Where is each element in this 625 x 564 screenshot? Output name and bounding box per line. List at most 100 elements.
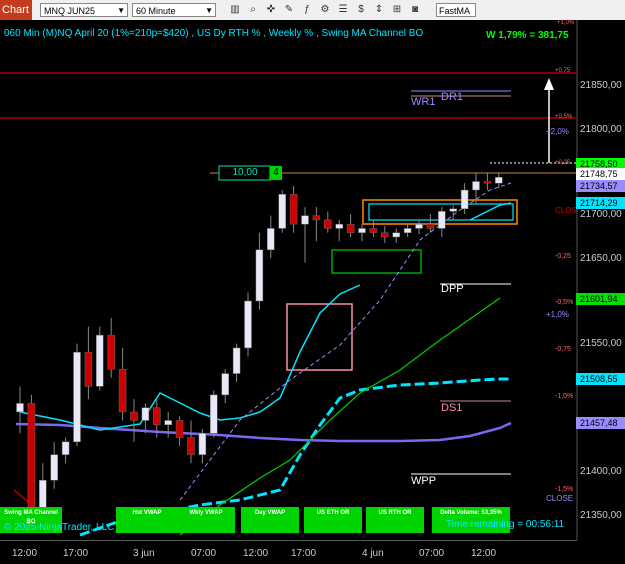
us-eth-or-button[interactable]: US ETH OR xyxy=(304,507,362,533)
strategies-icon[interactable]: ⚙ xyxy=(318,3,332,17)
zoom-icon[interactable]: ⌕ xyxy=(246,3,260,17)
candle-body xyxy=(460,189,469,210)
price-label-slow-ma: 21734,57 xyxy=(576,180,625,192)
level-ds1: DS1 xyxy=(441,402,463,414)
weekly-stat: W 1,79% = 381,75 xyxy=(486,30,569,41)
candle-body xyxy=(312,215,321,221)
window-title: Chart xyxy=(0,0,32,20)
candle-body xyxy=(495,176,503,184)
candle-body xyxy=(16,403,24,413)
candle-body xyxy=(130,411,138,421)
day-vwap-button[interactable]: Day VWAP xyxy=(241,507,299,533)
price-tick: 21700,00 xyxy=(580,209,622,220)
camera-icon[interactable]: ◙ xyxy=(408,3,422,17)
chart-info-header: 060 Min (M)NQ April 20 (1%=210p=$420) , … xyxy=(4,28,424,39)
pct-label: -0,25 xyxy=(555,253,571,260)
level-wpp: WPP xyxy=(411,475,437,487)
price-tick: 21350,00 xyxy=(580,510,622,521)
order-quantity[interactable]: 10,00 xyxy=(221,167,269,178)
candle-body xyxy=(381,232,389,238)
candle-body xyxy=(267,228,275,251)
close-label: CLOSE xyxy=(546,494,574,503)
candle-body xyxy=(210,394,218,434)
price-tick: 21800,00 xyxy=(580,124,622,135)
time-tick: 4 jun xyxy=(362,548,384,559)
price-tick: 21550,00 xyxy=(580,338,622,349)
candle-body xyxy=(73,351,81,443)
level-dr1: DR1 xyxy=(441,91,464,103)
pct-label: -0,75 xyxy=(555,346,571,353)
candle-body xyxy=(415,223,423,229)
attach-icon[interactable]: ⇕ xyxy=(372,3,386,17)
pct-label: -1,0% xyxy=(555,393,574,400)
price-label-vwap: 21508,55 xyxy=(576,373,625,385)
candle-body xyxy=(255,249,264,302)
copyright: © 2025 NinjaTrader, LLC xyxy=(4,522,115,533)
price-tick: 21650,00 xyxy=(580,253,622,264)
candle-body xyxy=(244,300,252,349)
candle-body xyxy=(84,351,93,387)
time-tick: 12:00 xyxy=(243,548,269,559)
interval-selector[interactable]: 60 Minute ▼ xyxy=(132,3,216,17)
draw-tool-icon[interactable]: ✎ xyxy=(282,3,296,17)
indicators-icon[interactable]: ƒ xyxy=(300,3,314,17)
instrument-value: MNQ JUN25 xyxy=(44,6,96,16)
trade-icon[interactable]: $ xyxy=(354,3,368,17)
candle-body xyxy=(472,181,480,191)
candle-body xyxy=(198,433,207,455)
candle-body xyxy=(175,420,184,438)
price-tick: 21850,00 xyxy=(580,80,622,91)
pct-label: +1,0% xyxy=(546,310,569,319)
price-chart[interactable] xyxy=(0,20,625,564)
time-axis-line xyxy=(0,540,577,541)
bar-type-icon[interactable]: ▥ xyxy=(228,3,242,17)
time-tick: 12:00 xyxy=(471,548,497,559)
candle-body xyxy=(232,347,241,374)
candle-body xyxy=(369,228,378,233)
price-tick: 21400,00 xyxy=(580,466,622,477)
pct-label: +2,0% xyxy=(546,127,569,136)
candle-body xyxy=(403,228,412,233)
time-tick: 07:00 xyxy=(419,548,445,559)
candle-body xyxy=(27,403,36,515)
level-wr1: WR1 xyxy=(411,96,436,108)
price-label-green-ma: 21601,94 xyxy=(576,293,625,305)
cross-cursor-icon[interactable]: ✜ xyxy=(264,3,278,17)
price-label-fast-ma: 21714,29 xyxy=(576,197,625,209)
us-rth-or-button[interactable]: US RTH OR xyxy=(366,507,424,533)
pct-label: +0,25 xyxy=(555,160,571,166)
candle-body xyxy=(164,420,172,426)
chevron-down-icon: ▼ xyxy=(205,6,213,15)
candle-body xyxy=(153,407,161,426)
properties-icon[interactable]: ☰ xyxy=(336,3,350,17)
time-tick: 07:00 xyxy=(191,548,217,559)
candle-body xyxy=(50,454,58,481)
candle-body xyxy=(107,334,115,370)
price-label-slow-ma-2: 21457,48 xyxy=(576,417,625,429)
candle-body xyxy=(483,181,492,184)
indicator-selector[interactable]: FastMA xyxy=(436,3,476,17)
candle-body xyxy=(426,223,435,229)
chart-style-icon[interactable]: ⊞ xyxy=(390,3,404,17)
candle-body xyxy=(289,194,298,225)
candle-body xyxy=(392,232,400,238)
instrument-selector[interactable]: MNQ JUN25 ▼ xyxy=(40,3,128,17)
interval-value: 60 Minute xyxy=(136,6,176,16)
candle-body xyxy=(141,407,150,421)
price-label-current: 21748,75 xyxy=(576,168,625,180)
candle-body xyxy=(301,215,309,225)
pct-label: +1,0% xyxy=(557,20,575,26)
time-remaining: Time remaining = 00:56:11 xyxy=(446,519,565,530)
time-tick: 17:00 xyxy=(291,548,317,559)
candle-body xyxy=(278,194,286,229)
pct-label: +0,5% xyxy=(555,114,573,120)
candle-body xyxy=(346,223,355,233)
order-count: 4 xyxy=(273,167,279,178)
candle-body xyxy=(335,223,343,229)
candle-body xyxy=(438,211,446,229)
wkly-vwap-button[interactable]: Wkly VWAP xyxy=(177,507,235,533)
hst-vwap-button[interactable]: Hst VWAP xyxy=(116,507,178,533)
candle-body xyxy=(118,369,127,413)
close-label: CLOS xyxy=(555,206,577,215)
chevron-down-icon: ▼ xyxy=(117,6,125,15)
